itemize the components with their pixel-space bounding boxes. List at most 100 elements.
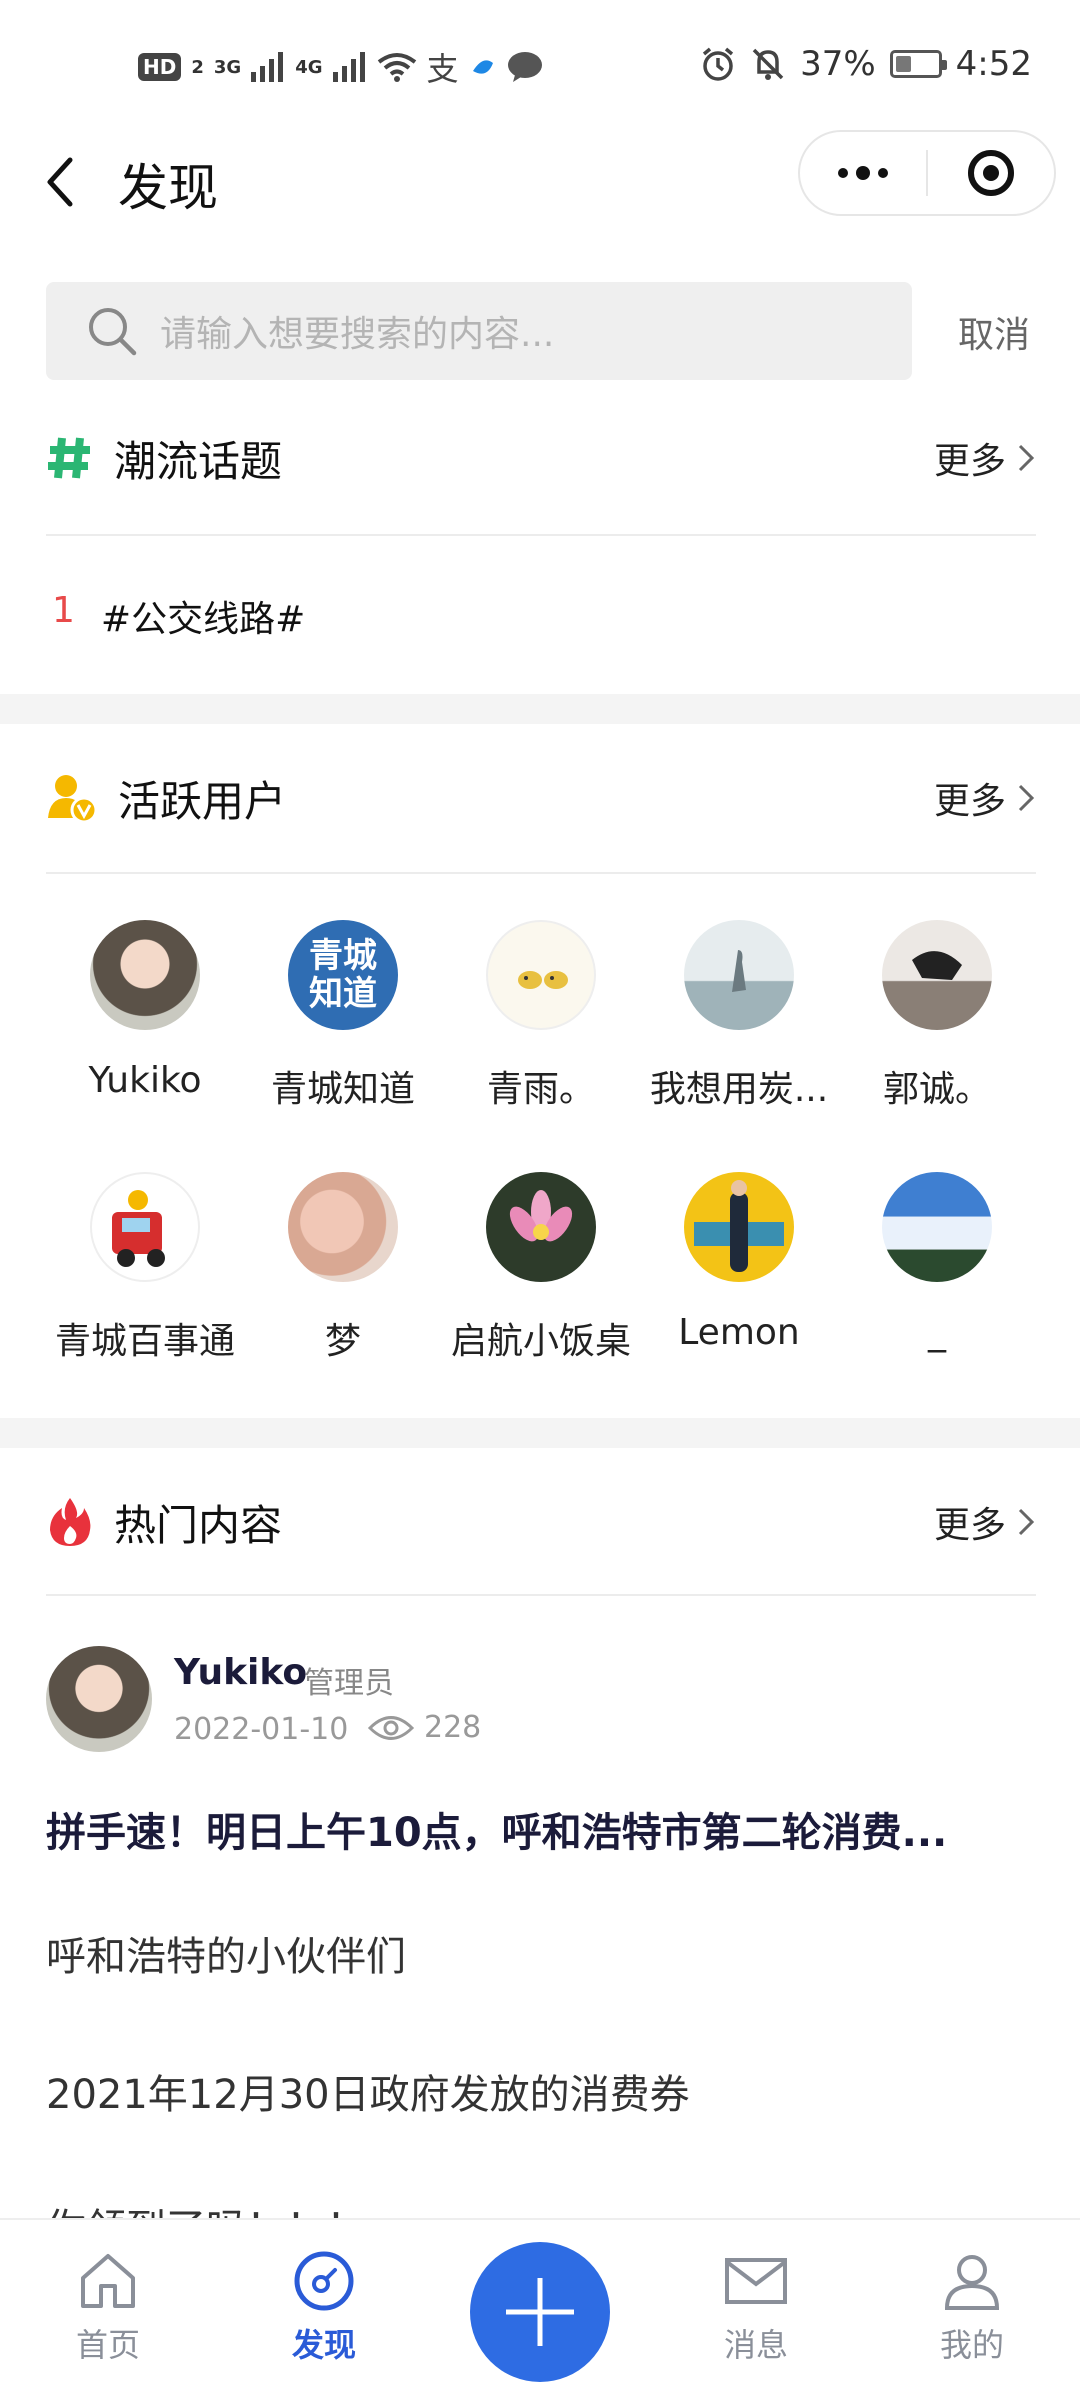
user-item[interactable]: 郭诚。 xyxy=(838,920,1036,1112)
user-name: 梦 xyxy=(324,1321,361,1362)
bottom-tab-bar: 首页 发现 消息 我的 xyxy=(0,2218,1080,2400)
post-title[interactable]: 拼手速！明日上午10点，呼和浩特市第二轮消费... xyxy=(46,1800,947,1858)
more-label: 更多 xyxy=(933,1505,1006,1546)
close-miniprogram-button[interactable] xyxy=(928,132,1054,214)
back-arrow-icon[interactable] xyxy=(40,152,80,212)
status-bar: HD 2 3G 4G 支 37% 4:52 xyxy=(0,0,1080,130)
divider xyxy=(46,872,1036,874)
section-gap xyxy=(0,1418,1080,1448)
user-name: 启航小饭桌 xyxy=(450,1321,631,1362)
chevron-right-icon xyxy=(1018,784,1035,812)
avatar xyxy=(288,1172,398,1282)
user-item[interactable]: 梦 xyxy=(244,1172,442,1364)
topics-header: 潮流话题 更多 xyxy=(46,418,1036,498)
more-label: 更多 xyxy=(933,441,1006,482)
page-title: 发现 xyxy=(118,159,218,217)
avatar xyxy=(486,920,596,1030)
user-name: Yukiko xyxy=(88,1060,202,1101)
hashtag-icon xyxy=(48,437,90,479)
truck-icon xyxy=(112,1190,165,1267)
post-views: 228 xyxy=(368,1710,481,1745)
mute-bell-icon xyxy=(752,48,784,80)
tab-label: 我的 xyxy=(939,2326,1004,2364)
post-author-name[interactable]: Yukiko xyxy=(174,1652,307,1693)
more-label: 更多 xyxy=(933,781,1006,822)
user-name: _ xyxy=(928,1312,946,1353)
user-name: 青雨。 xyxy=(486,1069,595,1110)
divider xyxy=(46,1594,1036,1596)
nav-bar: 发现 xyxy=(0,130,1080,240)
user-icon xyxy=(944,2255,1000,2310)
post-author-role: 管理员 xyxy=(304,1666,394,1701)
alarm-icon xyxy=(702,47,734,81)
envelope-icon xyxy=(725,2258,787,2304)
wechat-message-icon xyxy=(507,52,542,82)
avatar xyxy=(486,1172,596,1282)
dancer-silhouette-icon xyxy=(912,951,962,980)
network-3g-label: 3G xyxy=(213,56,242,78)
user-name: 我想用炭... xyxy=(649,1069,829,1110)
user-item[interactable]: 青城知道 青城知道 xyxy=(244,920,442,1112)
more-menu-button[interactable] xyxy=(800,132,926,214)
hot-content-header: 热门内容 更多 xyxy=(46,1482,1036,1562)
more-dots-icon xyxy=(838,166,888,180)
chevron-right-icon xyxy=(1018,1508,1035,1536)
search-icon xyxy=(89,308,137,356)
signal-icon xyxy=(251,52,284,82)
topics-more-link[interactable]: 更多 xyxy=(934,432,1036,484)
miniprogram-capsule xyxy=(798,130,1056,216)
status-left-icons: HD 2 3G 4G 支 xyxy=(138,44,543,90)
section-title: 活跃用户 xyxy=(118,776,287,826)
tab-home[interactable]: 首页 xyxy=(48,2250,168,2366)
status-right-icons: 37% 4:52 xyxy=(700,44,1032,84)
post-author-avatar[interactable] xyxy=(46,1646,152,1752)
topic-item[interactable]: 1 #公交线路# xyxy=(52,590,305,642)
user-item[interactable]: 青城百事通 xyxy=(46,1172,244,1364)
user-item[interactable]: 青雨。 xyxy=(442,920,640,1112)
tab-profile[interactable]: 我的 xyxy=(912,2250,1032,2366)
user-name: 郭诚。 xyxy=(882,1069,991,1110)
hd-badge: HD xyxy=(138,53,182,81)
post-paragraph: 2021年12月30日政府发放的消费券 xyxy=(46,2072,690,2118)
user-item[interactable]: Lemon xyxy=(640,1172,838,1364)
wifi-icon xyxy=(377,53,416,82)
user-name: 青城知道 xyxy=(270,1069,415,1110)
hot-more-link[interactable]: 更多 xyxy=(934,1496,1036,1548)
cancel-button[interactable]: 取消 xyxy=(958,306,1030,358)
active-user-icon xyxy=(48,775,98,824)
eye-icon xyxy=(368,1715,414,1740)
section-gap xyxy=(0,694,1080,724)
tab-discover[interactable]: 发现 xyxy=(264,2250,384,2366)
network-4g-label: 4G xyxy=(295,56,323,78)
user-item[interactable]: 我想用炭... xyxy=(640,920,838,1112)
plus-icon xyxy=(506,2278,574,2346)
active-users-header: 活跃用户 更多 xyxy=(46,758,1036,838)
lotus-flower-icon xyxy=(509,1190,573,1242)
post-date: 2022-01-10 xyxy=(174,1712,349,1747)
user-name: Lemon xyxy=(678,1312,800,1353)
tab-messages[interactable]: 消息 xyxy=(696,2250,816,2366)
user-name: 青城百事通 xyxy=(54,1321,235,1362)
search-input[interactable]: 请输入想要搜索的内容... xyxy=(46,282,912,380)
compass-icon xyxy=(294,2251,354,2311)
add-post-button[interactable] xyxy=(470,2242,610,2382)
illustrated-woman-icon xyxy=(694,1180,784,1272)
view-count: 228 xyxy=(424,1710,482,1745)
fire-icon xyxy=(50,1498,91,1546)
user-item[interactable]: _ xyxy=(838,1172,1036,1364)
search-placeholder: 请输入想要搜索的内容... xyxy=(160,314,555,355)
user-item[interactable]: Yukiko xyxy=(46,920,244,1112)
cartoon-avatar-icon xyxy=(518,971,568,989)
hd-sub: 2 xyxy=(191,56,204,78)
avatar xyxy=(684,920,794,1030)
section-title: 潮流话题 xyxy=(114,436,283,486)
topic-text: #公交线路# xyxy=(100,599,306,640)
avatar xyxy=(882,1172,992,1282)
topic-rank: 1 xyxy=(52,590,75,631)
tab-label: 消息 xyxy=(723,2326,788,2364)
home-icon xyxy=(81,2254,135,2308)
users-more-link[interactable]: 更多 xyxy=(934,772,1036,824)
user-item[interactable]: 启航小饭桌 xyxy=(442,1172,640,1364)
signal-icon xyxy=(332,52,365,82)
avatar xyxy=(684,1172,794,1282)
